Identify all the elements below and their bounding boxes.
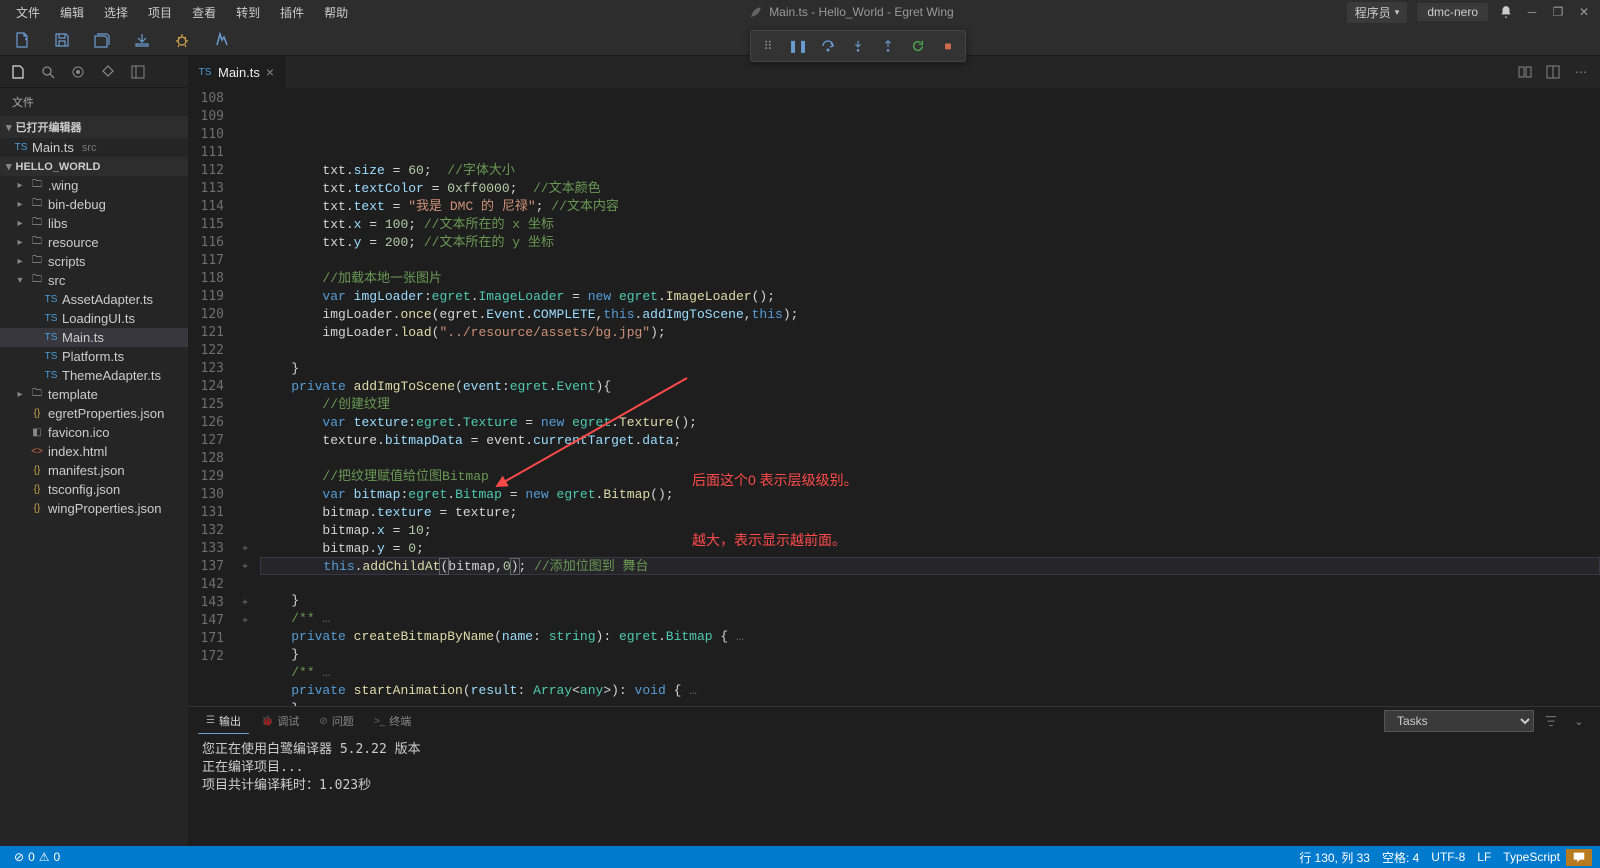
menu-转到[interactable]: 转到 bbox=[228, 2, 268, 23]
file-ThemeAdapter.ts[interactable]: TSThemeAdapter.ts bbox=[0, 366, 188, 385]
file-wingProperties.json[interactable]: {}wingProperties.json bbox=[0, 499, 188, 518]
file-egretProperties.json[interactable]: {}egretProperties.json bbox=[0, 404, 188, 423]
drag-handle-icon[interactable]: ⠿ bbox=[757, 35, 779, 57]
new-file-button[interactable] bbox=[8, 26, 36, 54]
chevron-down-icon[interactable]: ⌄ bbox=[1568, 710, 1590, 732]
title-bar: 文件编辑选择项目查看转到插件帮助 Main.ts - Hello_World -… bbox=[0, 0, 1600, 24]
maximize-button[interactable]: ❐ bbox=[1550, 4, 1566, 20]
menu-项目[interactable]: 项目 bbox=[140, 2, 180, 23]
file-favicon.ico[interactable]: ◧favicon.ico bbox=[0, 423, 188, 442]
error-icon: ⊘ bbox=[14, 850, 24, 864]
folder-resource[interactable]: ▸🗀resource bbox=[0, 233, 188, 252]
open-editors-header[interactable]: 已打开编辑器 bbox=[0, 116, 188, 138]
explorer-icon[interactable] bbox=[6, 60, 30, 84]
bell-icon[interactable] bbox=[1498, 4, 1514, 20]
restart-button[interactable] bbox=[907, 35, 929, 57]
status-feedback-icon[interactable] bbox=[1566, 849, 1592, 866]
step-over-button[interactable] bbox=[817, 35, 839, 57]
editor-area: TS Main.ts × ⋯ 1081091101111121131141151… bbox=[188, 56, 1600, 846]
panel-tab-调试[interactable]: 🐞调试 bbox=[253, 709, 307, 733]
folder-template[interactable]: ▸🗀template bbox=[0, 385, 188, 404]
scm-icon[interactable] bbox=[96, 60, 120, 84]
status-line-col[interactable]: 行 130, 列 33 bbox=[1293, 849, 1376, 866]
run-button[interactable] bbox=[208, 26, 236, 54]
debug-button[interactable] bbox=[168, 26, 196, 54]
file-Platform.ts[interactable]: TSPlatform.ts bbox=[0, 347, 188, 366]
ts-file-icon: TS bbox=[198, 65, 212, 79]
step-into-button[interactable] bbox=[847, 35, 869, 57]
role-dropdown[interactable]: 程序员 ▾ bbox=[1347, 2, 1408, 23]
status-spaces[interactable]: 空格: 4 bbox=[1376, 849, 1425, 866]
file-index.html[interactable]: <>index.html bbox=[0, 442, 188, 461]
menu-插件[interactable]: 插件 bbox=[272, 2, 312, 23]
file-manifest.json[interactable]: {}manifest.json bbox=[0, 461, 188, 480]
project-header[interactable]: HELLO_WORLD bbox=[0, 157, 188, 176]
status-eol[interactable]: LF bbox=[1471, 849, 1497, 866]
folder-.wing[interactable]: ▸🗀.wing bbox=[0, 176, 188, 195]
user-button[interactable]: dmc-nero bbox=[1417, 3, 1488, 21]
bottom-panel: ☰输出🐞调试⊘问题>_终端 Tasks ⌄ 您正在使用白鹭编译器 5.2.22 … bbox=[188, 706, 1600, 846]
open-editor-item[interactable]: TSMain.tssrc bbox=[0, 138, 188, 157]
menu-查看[interactable]: 查看 bbox=[184, 2, 224, 23]
output-body[interactable]: 您正在使用白鹭编译器 5.2.22 版本正在编译项目...项目共计编译耗时：1.… bbox=[188, 735, 1600, 846]
build-button[interactable] bbox=[128, 26, 156, 54]
more-icon[interactable]: ⋯ bbox=[1570, 61, 1592, 83]
window-title: Main.ts - Hello_World - Egret Wing bbox=[356, 5, 1347, 19]
file-tsconfig.json[interactable]: {}tsconfig.json bbox=[0, 480, 188, 499]
filter-icon[interactable] bbox=[1540, 710, 1562, 732]
menu-帮助[interactable]: 帮助 bbox=[316, 2, 356, 23]
sidebar-title: 文件 bbox=[0, 88, 188, 116]
sidebar: 文件 已打开编辑器 TSMain.tssrc HELLO_WORLD ▸🗀.wi… bbox=[0, 56, 188, 846]
status-lang[interactable]: TypeScript bbox=[1497, 849, 1566, 866]
panel-tab-终端[interactable]: >_终端 bbox=[366, 709, 419, 733]
status-errors[interactable]: ⊘0 ⚠0 bbox=[8, 850, 66, 864]
feather-icon bbox=[749, 5, 763, 19]
save-button[interactable] bbox=[48, 26, 76, 54]
status-encoding[interactable]: UTF-8 bbox=[1425, 849, 1471, 866]
folder-bin-debug[interactable]: ▸🗀bin-debug bbox=[0, 195, 188, 214]
status-bar: ⊘0 ⚠0 行 130, 列 33 空格: 4 UTF-8 LF TypeScr… bbox=[0, 846, 1600, 868]
menu-bar: 文件编辑选择项目查看转到插件帮助 bbox=[8, 2, 356, 23]
panel-tab-输出[interactable]: ☰输出 bbox=[198, 709, 249, 734]
pause-button[interactable]: ❚❚ bbox=[787, 35, 809, 57]
close-button[interactable]: ✕ bbox=[1576, 4, 1592, 20]
editor-tab-main[interactable]: TS Main.ts × bbox=[188, 56, 285, 88]
menu-选择[interactable]: 选择 bbox=[96, 2, 136, 23]
panel-tab-问题[interactable]: ⊘问题 bbox=[311, 709, 361, 733]
file-Main.ts[interactable]: TSMain.ts bbox=[0, 328, 188, 347]
activity-bar bbox=[0, 56, 188, 88]
minimize-button[interactable]: ─ bbox=[1524, 4, 1540, 20]
res-icon[interactable] bbox=[66, 60, 90, 84]
compare-icon[interactable] bbox=[1514, 61, 1536, 83]
warning-icon: ⚠ bbox=[39, 850, 50, 864]
code-editor[interactable]: 1081091101111121131141151161171181191201… bbox=[188, 88, 1600, 706]
folder-libs[interactable]: ▸🗀libs bbox=[0, 214, 188, 233]
split-icon[interactable] bbox=[1542, 61, 1564, 83]
file-LoadingUI.ts[interactable]: TSLoadingUI.ts bbox=[0, 309, 188, 328]
file-AssetAdapter.ts[interactable]: TSAssetAdapter.ts bbox=[0, 290, 188, 309]
stop-button[interactable]: ■ bbox=[937, 35, 959, 57]
step-out-button[interactable] bbox=[877, 35, 899, 57]
search-icon[interactable] bbox=[36, 60, 60, 84]
save-all-button[interactable] bbox=[88, 26, 116, 54]
folder-src[interactable]: ▾🗀src bbox=[0, 271, 188, 290]
debug-toolbar[interactable]: ⠿ ❚❚ ■ bbox=[750, 30, 966, 62]
layout-icon[interactable] bbox=[126, 60, 150, 84]
close-tab-icon[interactable]: × bbox=[266, 64, 274, 80]
menu-编辑[interactable]: 编辑 bbox=[52, 2, 92, 23]
menu-文件[interactable]: 文件 bbox=[8, 2, 48, 23]
folder-scripts[interactable]: ▸🗀scripts bbox=[0, 252, 188, 271]
output-channel-select[interactable]: Tasks bbox=[1384, 710, 1534, 732]
